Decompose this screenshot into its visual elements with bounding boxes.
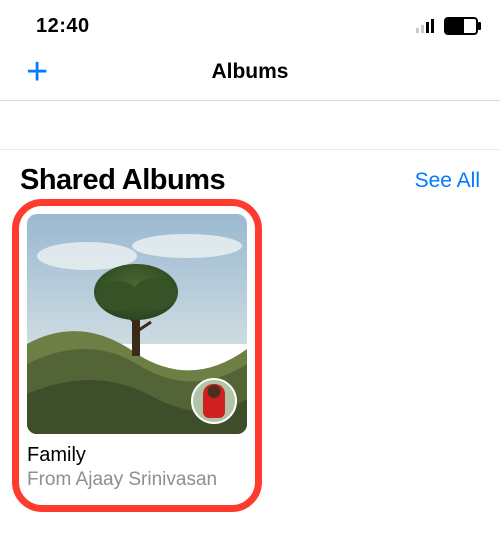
status-time: 12:40 (36, 15, 90, 38)
status-indicators (416, 17, 478, 35)
shared-user-avatar (191, 378, 237, 424)
see-all-button[interactable]: See All (415, 169, 480, 193)
status-bar: 12:40 (0, 0, 500, 44)
page-title: Albums (0, 60, 500, 84)
album-from: From Ajaay Srinivasan (27, 469, 247, 491)
album-thumbnail[interactable] (27, 214, 247, 434)
section-title: Shared Albums (20, 164, 225, 197)
battery-icon (444, 17, 478, 35)
nav-header: + Albums (0, 44, 500, 101)
add-button[interactable]: + (20, 53, 54, 91)
album-name: Family (27, 444, 247, 467)
album-highlight: Family From Ajaay Srinivasan (12, 199, 262, 512)
shared-albums-section: Shared Albums See All (0, 149, 500, 512)
cellular-icon (416, 19, 438, 33)
